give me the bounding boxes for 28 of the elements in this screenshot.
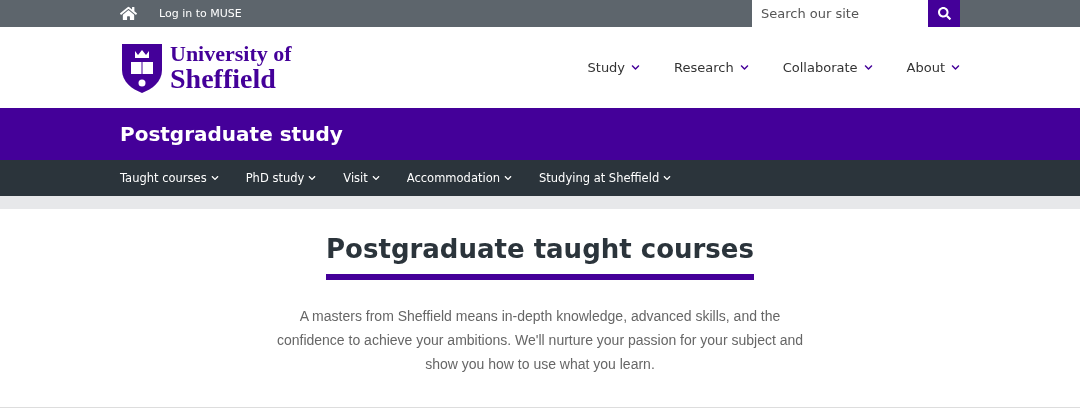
subnav-link[interactable]: Studying at Sheffield xyxy=(539,171,672,185)
search-icon xyxy=(937,7,951,20)
section-title: Postgraduate study xyxy=(120,122,343,146)
shield-logo-icon xyxy=(120,41,164,94)
nav-link[interactable]: Collaborate xyxy=(782,60,873,75)
login-link[interactable]: Log in to MUSE xyxy=(159,7,242,20)
search-button[interactable] xyxy=(928,0,960,27)
subnav-link[interactable]: Taught courses xyxy=(120,171,219,185)
chevron-down-icon xyxy=(951,63,960,72)
chevron-down-icon xyxy=(863,63,873,72)
subnav-link[interactable]: PhD study xyxy=(245,171,317,185)
nav-link[interactable]: About xyxy=(906,60,960,75)
nav-link[interactable]: Study xyxy=(587,60,641,75)
chevron-down-icon xyxy=(308,174,317,182)
subnav-link[interactable]: Visit xyxy=(343,171,380,185)
subnav-link[interactable]: Accommodation xyxy=(406,171,512,185)
search-field[interactable]: Search our site xyxy=(752,0,928,27)
intro-paragraph: A masters from Sheffield means in-depth knowledge, advanced skills, and the confidence to achieve your ambitions. We'll nurture your passion for your subject and show you how to use what you learn. xyxy=(275,307,805,374)
chevron-down-icon xyxy=(631,63,641,72)
home-icon[interactable] xyxy=(120,5,137,22)
chevron-down-icon xyxy=(504,174,512,182)
logo-text: University of xyxy=(170,42,292,65)
chevron-down-icon xyxy=(371,174,380,182)
chevron-down-icon xyxy=(663,174,672,182)
chevron-down-icon xyxy=(210,174,219,182)
page-heading: Postgraduate taught courses xyxy=(326,234,754,280)
chevron-down-icon xyxy=(739,63,749,72)
nav-link[interactable]: Research xyxy=(674,60,749,75)
